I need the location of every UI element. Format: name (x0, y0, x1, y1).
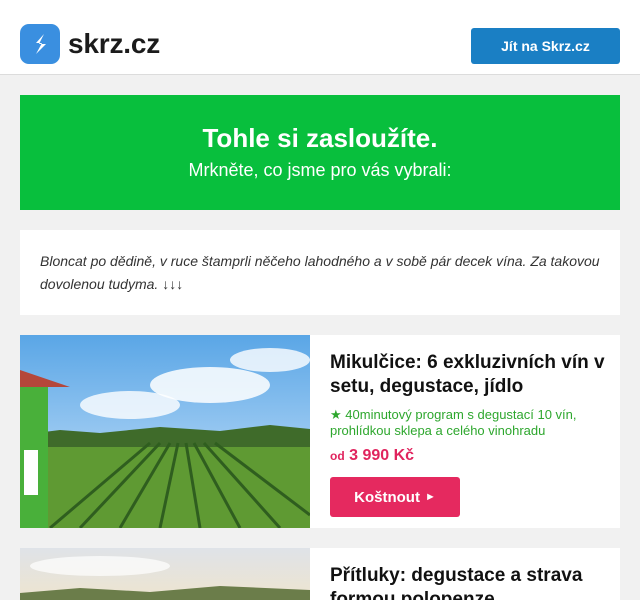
taste-button[interactable]: Koštnout ► (330, 477, 460, 517)
deal-card[interactable]: Přítluky: degustace a strava formou polo… (20, 548, 620, 600)
deal-price: od 3 990 Kč (330, 447, 610, 465)
taste-button-label: Koštnout (354, 488, 420, 506)
hero-banner: Tohle si zasloužíte. Mrkněte, co jsme pr… (20, 95, 620, 210)
price-value: 3 990 Kč (349, 447, 415, 464)
top-bar: skrz.cz Jít na Skrz.cz (0, 0, 640, 75)
price-prefix: od (330, 449, 345, 463)
deal-title[interactable]: Přítluky: degustace a strava formou polo… (330, 564, 610, 600)
logo-text: skrz.cz (68, 28, 160, 59)
hero-title: Tohle si zasloužíte. (202, 123, 438, 153)
deal-description: ★ 40minutový program s degustací 10 vín,… (330, 407, 610, 439)
go-to-skrz-button[interactable]: Jít na Skrz.cz (471, 28, 620, 64)
play-arrow-icon: ► (424, 491, 436, 503)
skrz-logo[interactable]: skrz.cz (20, 24, 160, 64)
deal-image[interactable] (20, 548, 310, 600)
star-icon: ★ (330, 407, 342, 422)
logo-s-icon (20, 24, 60, 64)
hero-subtitle: Mrkněte, co jsme pro vás vybrali: (188, 160, 452, 180)
deal-image[interactable] (20, 335, 310, 528)
deal-card[interactable]: Mikulčice: 6 exkluzivních vín v setu, de… (20, 335, 620, 528)
intro-text: Bloncat po dědině, v ruce štamprli něčeh… (20, 230, 620, 315)
deal-description-text: 40minutový program s degustací 10 vín, p… (330, 407, 577, 438)
deal-title[interactable]: Mikulčice: 6 exkluzivních vín v setu, de… (330, 351, 610, 399)
